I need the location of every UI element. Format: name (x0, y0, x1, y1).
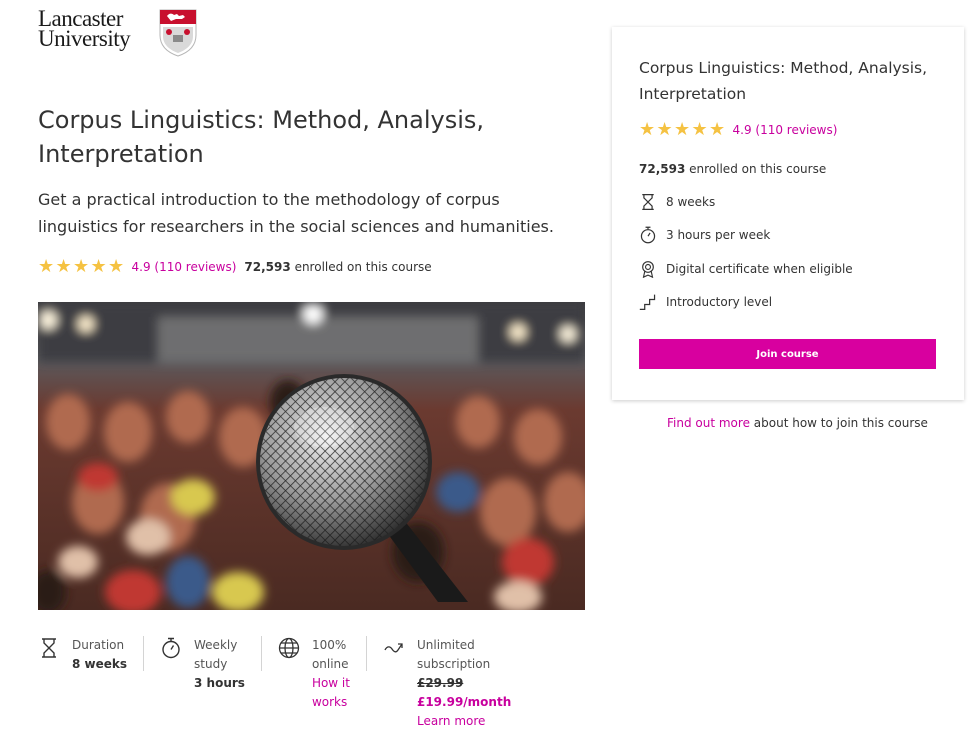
duration-value: 8 weeks (72, 657, 128, 671)
university-logo[interactable]: Lancaster University (38, 7, 198, 59)
find-out-more-text: Find out more about how to join this cou… (667, 416, 928, 430)
card-reviews-link[interactable]: 4.9 (110 reviews) (733, 123, 838, 137)
enrolled-count: 72,593 enrolled on this course (244, 260, 431, 274)
feature-certificate-text: Digital certificate when eligible (666, 262, 853, 276)
stopwatch-icon (640, 226, 656, 244)
stat-weekly-study: Weekly study 3 hours (160, 636, 245, 736)
online-label-2: online (311, 657, 349, 671)
stat-online: 100% online How it works (278, 636, 350, 736)
join-course-button[interactable]: Join course (639, 339, 936, 369)
old-price: £29.99 (416, 676, 464, 690)
duration-label: Duration (72, 638, 125, 652)
weekly-value: 3 hours (194, 676, 245, 690)
crest-icon (159, 9, 197, 57)
course-description: Get a practical introduction to the meth… (38, 190, 554, 236)
infinity-arrow-icon (384, 643, 403, 653)
online-label-1: 100% (311, 638, 347, 652)
subscription-label-1: Unlimited (416, 638, 475, 652)
stopwatch-icon (162, 637, 180, 659)
course-rating: ★ ★ ★ ★ ★ 4.9 (110 reviews) 72,593 enrol… (38, 258, 432, 276)
feature-certificate: Digital certificate when eligible (639, 260, 853, 278)
star-icon: ★ (73, 256, 90, 277)
globe-icon (278, 637, 300, 659)
star-icon: ★ (709, 119, 726, 140)
how-it-works-link[interactable]: How it works (312, 674, 350, 712)
star-icon: ★ (55, 256, 72, 277)
stat-subscription: Unlimited subscription £29.99 £19.99/mon… (383, 636, 511, 736)
enrolled-number: 72,593 (244, 260, 291, 274)
star-icon: ★ (108, 256, 125, 277)
course-hero-image (38, 302, 585, 610)
star-rating: ★ ★ ★ ★ ★ (639, 121, 727, 139)
star-icon: ★ (38, 256, 55, 277)
reviews-link[interactable]: 4.9 (110 reviews) (132, 260, 237, 274)
logo-wordmark: Lancaster University (38, 7, 131, 51)
divider (365, 636, 367, 671)
card-enrolled-count: 72,593 enrolled on this course (639, 162, 826, 176)
join-course-card: Corpus Linguistics: Method, Analysis, In… (612, 27, 964, 400)
feature-weekly-hours: 3 hours per week (639, 226, 770, 244)
learn-more-link[interactable]: Learn more (417, 712, 511, 731)
feature-weekly-hours-text: 3 hours per week (666, 228, 771, 242)
star-rating: ★ ★ ★ ★ ★ (38, 258, 126, 276)
logo-line-2: University (38, 26, 131, 51)
microphone-audience-image (38, 302, 585, 610)
card-enrolled-suffix: enrolled on this course (689, 162, 827, 176)
find-out-more-link[interactable]: Find out more (667, 416, 750, 430)
card-course-title: Corpus Linguistics: Method, Analysis, In… (639, 59, 928, 103)
divider (260, 636, 262, 671)
divider (143, 636, 145, 671)
course-title: Corpus Linguistics: Method, Analysis, In… (38, 106, 485, 168)
enrolled-suffix: enrolled on this course (294, 260, 432, 274)
feature-level-text: Introductory level (666, 295, 773, 309)
weekly-label-1: Weekly (194, 638, 238, 652)
star-icon: ★ (90, 256, 107, 277)
steps-icon (639, 294, 656, 310)
find-out-more-rest: about how to join this course (753, 416, 928, 430)
card-rating: ★ ★ ★ ★ ★ 4.9 (110 reviews) (639, 121, 837, 139)
how-it-works-line-2[interactable]: works (312, 693, 350, 712)
feature-duration-text: 8 weeks (666, 195, 716, 209)
stat-duration: Duration 8 weeks (38, 636, 127, 736)
how-it-works-line-1[interactable]: How it (312, 674, 350, 693)
hourglass-icon (42, 638, 56, 658)
feature-level: Introductory level (639, 293, 772, 311)
weekly-label-2: study (194, 657, 228, 671)
course-stats: Duration 8 weeks Weekly study 3 hours 10… (38, 636, 585, 736)
new-price: £19.99/month (416, 695, 512, 709)
star-icon: ★ (691, 119, 708, 140)
hourglass-icon (642, 194, 654, 210)
star-icon: ★ (674, 119, 691, 140)
certificate-icon (642, 261, 654, 278)
star-icon: ★ (639, 119, 656, 140)
star-icon: ★ (656, 119, 673, 140)
feature-duration: 8 weeks (639, 193, 715, 211)
card-enrolled-number: 72,593 (639, 162, 686, 176)
subscription-label-2: subscription (416, 657, 491, 671)
